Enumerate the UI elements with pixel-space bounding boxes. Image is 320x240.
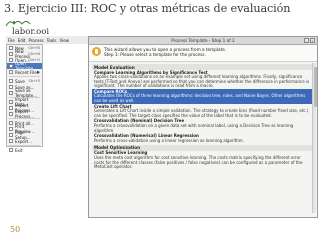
submenu-arrow-icon: ▶ [37,70,40,74]
menu-item-recent-files[interactable]: Recent Files ▶ [7,69,42,75]
scroll-thumb[interactable] [313,67,317,107]
menu-bar: File Edit Process Tools View [6,36,90,44]
menu-item-export-process[interactable]: Export Process... [7,109,42,119]
template-item[interactable]: Compare Learning Algorithms by Significa… [92,70,314,89]
import-icon [9,100,13,104]
template-item[interactable]: Crossvalidation (Nominal) Decision Tree … [92,119,314,134]
menu-file[interactable]: File [8,38,15,43]
save-as-icon [9,85,13,89]
menu-item-save-as-template[interactable]: Save as Template... [7,88,42,98]
recent-icon [9,70,13,74]
page-number: 50 [10,225,21,234]
print-preview-icon [9,127,13,131]
wizard-info-icon [92,47,101,56]
window-controls: – × [303,38,315,43]
menu-item-export[interactable]: Export... [7,138,42,144]
export-icon [9,139,13,143]
template-item[interactable]: Crossvalidation (Numerical) Linear Regre… [92,134,314,144]
template-list: Model Evaluation Compare Learning Algori… [89,62,317,214]
minimize-button[interactable]: – [303,38,309,43]
template-icon [9,64,13,68]
menu-separator [9,145,40,146]
print-icon [9,121,13,125]
import-process-icon [9,106,13,110]
new-process-icon [9,52,13,56]
template-item[interactable]: Create Lift Chart Generates a Lift Chart… [92,104,314,119]
wizard-header: This wizard allows you to open a process… [89,45,317,62]
save-icon [9,79,13,83]
template-item[interactable]: Cost Sensitive Learning Uses the meta co… [92,151,314,170]
menu-separator [9,76,40,77]
vertical-scrollbar[interactable] [312,63,317,213]
new-icon [9,46,13,50]
menu-item-exit[interactable]: Exit [7,147,42,153]
close-button[interactable]: × [310,38,315,43]
menu-edit[interactable]: Edit [18,38,26,43]
wizard-intro: This wizard allows you to open a process… [104,47,227,58]
file-menu: New Ctrl+N New Process Ctrl+N Open... Ctrl+… [6,44,43,153]
company-logo: labor.ooi [4,18,54,38]
process-template-wizard: Process Template - Step 1 of 2 – × This … [88,36,318,218]
template-item-selected[interactable]: Compare ROCs Calculates the ROCs of thre… [92,89,314,105]
wizard-titlebar: Process Template - Step 1 of 2 – × [89,37,317,45]
page-setup-icon [9,133,13,137]
exit-icon [9,148,13,152]
menu-tools[interactable]: Tools [47,38,57,43]
save-template-icon [9,91,13,95]
open-icon [9,58,13,62]
wizard-title: Process Template - Step 1 of 2 [171,38,235,43]
slide-title: 3. Ejercicio III: ROC y otras métricas d… [4,2,291,15]
menu-view[interactable]: View [60,38,70,43]
export-process-icon [9,112,13,116]
menu-process[interactable]: Process [28,38,43,43]
